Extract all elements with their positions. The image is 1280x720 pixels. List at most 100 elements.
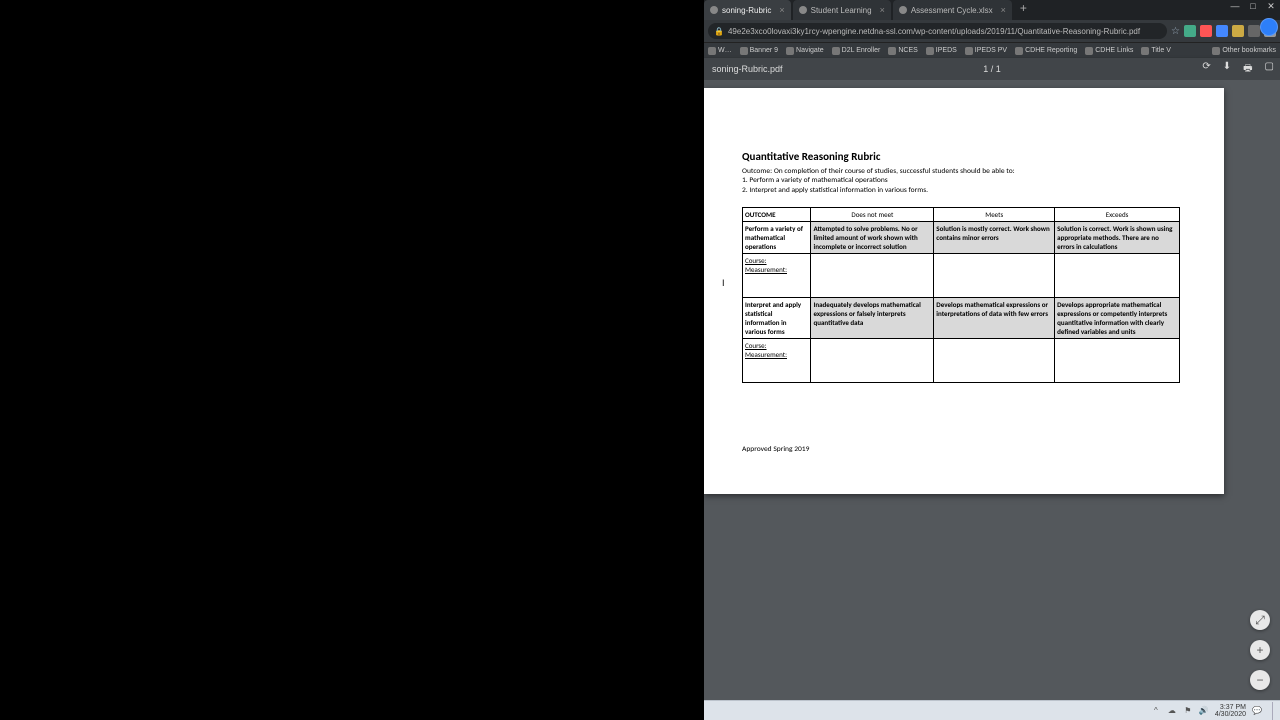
approved-line: Approved Spring 2019	[742, 445, 1186, 454]
course-cell: Course: Measurement:	[743, 339, 811, 383]
notifications-icon[interactable]: 💬	[1252, 706, 1262, 716]
outcome-cell: Interpret and apply statistical informat…	[743, 298, 811, 339]
window-controls: — □ ✕	[1226, 0, 1280, 16]
empty-cell	[811, 254, 934, 298]
bookmark-star-icon[interactable]: ☆	[1171, 26, 1180, 37]
close-window-button[interactable]: ✕	[1262, 0, 1280, 14]
bullet-2: 2. Interpret and apply statistical infor…	[742, 186, 1186, 195]
tab-strip: soning-Rubric × Student Learning × Asses…	[704, 0, 1033, 20]
new-tab-button[interactable]: +	[1014, 0, 1033, 20]
exceeds-cell: Solution is correct. Work is shown using…	[1055, 222, 1180, 254]
page-icon	[899, 6, 907, 14]
bookmark-icon	[965, 47, 973, 55]
close-icon[interactable]: ×	[880, 5, 885, 15]
bookmark-icon	[1015, 47, 1023, 55]
tab-title: Assessment Cycle.xlsx	[911, 6, 993, 15]
bookmark-item[interactable]: D2L Enroller	[832, 47, 881, 55]
table-row: Perform a variety of mathematical operat…	[743, 222, 1180, 254]
bookmark-icon	[832, 47, 840, 55]
bookmark-label: W…	[718, 47, 732, 54]
meets-cell: Solution is mostly correct. Work shown c…	[934, 222, 1055, 254]
present-icon[interactable]: ▢	[1265, 61, 1274, 78]
tab-title: soning-Rubric	[722, 6, 771, 15]
chevron-up-icon[interactable]: ^	[1151, 706, 1161, 716]
other-bookmarks[interactable]: Other bookmarks	[1212, 47, 1276, 55]
bookmark-label: CDHE Links	[1095, 47, 1133, 54]
bookmark-icon	[888, 47, 896, 55]
pdf-toolbar: soning-Rubric.pdf 1 / 1 ⟳ ⬇ 🖶 ▢	[704, 58, 1280, 80]
maximize-button[interactable]: □	[1244, 0, 1262, 14]
text-cursor-icon: I	[722, 278, 725, 288]
empty-cell	[1055, 339, 1180, 383]
extension-icon[interactable]	[1248, 25, 1260, 37]
empty-cell	[811, 339, 934, 383]
page-indicator: 1 / 1	[983, 64, 1001, 74]
course-cell: Course: Measurement:	[743, 254, 811, 298]
onedrive-icon[interactable]: ☁	[1167, 706, 1177, 716]
meets-cell: Develops mathematical expressions or int…	[934, 298, 1055, 339]
download-icon[interactable]: ⬇	[1223, 61, 1231, 78]
zoom-out-button[interactable]: −	[1250, 670, 1270, 690]
bookmark-item[interactable]: Banner 9	[740, 47, 778, 55]
bookmark-label: NCES	[898, 47, 917, 54]
extension-icon[interactable]	[1184, 25, 1196, 37]
minimize-button[interactable]: —	[1226, 0, 1244, 14]
browser-window: soning-Rubric × Student Learning × Asses…	[704, 0, 1280, 720]
outcome-line: Outcome: On completion of their course o…	[742, 167, 1186, 176]
extension-icon[interactable]	[1216, 25, 1228, 37]
show-desktop-button[interactable]	[1272, 702, 1276, 720]
clock[interactable]: 3:37 PM 4/30/2020	[1215, 704, 1246, 718]
doc-title: Quantitative Reasoning Rubric	[742, 150, 1186, 163]
bookmark-item[interactable]: IPEDS	[926, 47, 957, 55]
zoom-in-button[interactable]: +	[1250, 640, 1270, 660]
profile-avatar[interactable]	[1260, 18, 1278, 36]
address-bar-row: 🔒 49e2e3xco0lovaxi3ky1rcy-wpengine.netdn…	[704, 20, 1280, 42]
pdf-icon	[710, 6, 718, 14]
reload-icon[interactable]: ⟳	[1202, 61, 1210, 78]
bookmark-label: D2L Enroller	[842, 47, 881, 54]
volume-icon[interactable]: 🔊	[1199, 706, 1209, 716]
course-label: Course:	[745, 256, 808, 265]
page-icon	[799, 6, 807, 14]
bookmark-item[interactable]: CDHE Reporting	[1015, 47, 1077, 55]
bookmark-label: Banner 9	[750, 47, 778, 54]
lock-icon: 🔒	[714, 27, 724, 36]
doc-intro: Outcome: On completion of their course o…	[742, 167, 1186, 195]
bookmark-icon	[1085, 47, 1093, 55]
system-tray: ^ ☁ ⚑ 🔊 3:37 PM 4/30/2020 💬	[1151, 702, 1280, 720]
url-text: 49e2e3xco0lovaxi3ky1rcy-wpengine.netdna-…	[728, 27, 1140, 36]
tab[interactable]: Assessment Cycle.xlsx ×	[893, 0, 1012, 20]
bookmark-item[interactable]: NCES	[888, 47, 917, 55]
exceeds-cell: Develops appropriate mathematical expres…	[1055, 298, 1180, 339]
close-icon[interactable]: ×	[779, 5, 784, 15]
network-icon[interactable]: ⚑	[1183, 706, 1193, 716]
rubric-table: OUTCOME Does not meet Meets Exceeds Perf…	[742, 207, 1180, 383]
pdf-viewport[interactable]: I Quantitative Reasoning Rubric Outcome:…	[704, 80, 1280, 720]
omnibox[interactable]: 🔒 49e2e3xco0lovaxi3ky1rcy-wpengine.netdn…	[708, 23, 1167, 39]
extension-icon[interactable]	[1232, 25, 1244, 37]
bookmark-label: Other bookmarks	[1222, 47, 1276, 54]
titlebar: soning-Rubric × Student Learning × Asses…	[704, 0, 1280, 20]
bookmark-icon	[1141, 47, 1149, 55]
fit-page-button[interactable]: ⤢	[1250, 610, 1270, 630]
dnm-cell: Attempted to solve problems. No or limit…	[811, 222, 934, 254]
close-icon[interactable]: ×	[1001, 5, 1006, 15]
print-icon[interactable]: 🖶	[1243, 61, 1252, 78]
bookmark-item[interactable]: Title V	[1141, 47, 1171, 55]
zoom-controls: ⤢ + −	[1250, 610, 1270, 690]
bookmark-item[interactable]: CDHE Links	[1085, 47, 1133, 55]
bookmark-icon	[786, 47, 794, 55]
bookmark-item[interactable]: Navigate	[786, 47, 824, 55]
tab[interactable]: Student Learning ×	[793, 0, 891, 20]
empty-cell	[934, 254, 1055, 298]
bookmark-item[interactable]: W…	[708, 47, 732, 55]
dnm-cell: Inadequately develops mathematical expre…	[811, 298, 934, 339]
table-row: Course: Measurement:	[743, 339, 1180, 383]
extension-icon[interactable]	[1200, 25, 1212, 37]
col-meets: Meets	[934, 208, 1055, 222]
bookmark-item[interactable]: IPEDS PV	[965, 47, 1007, 55]
windows-taskbar[interactable]: ^ ☁ ⚑ 🔊 3:37 PM 4/30/2020 💬	[704, 700, 1280, 720]
tab-active[interactable]: soning-Rubric ×	[704, 0, 791, 20]
pdf-filename: soning-Rubric.pdf	[712, 64, 783, 74]
bookmark-icon	[740, 47, 748, 55]
